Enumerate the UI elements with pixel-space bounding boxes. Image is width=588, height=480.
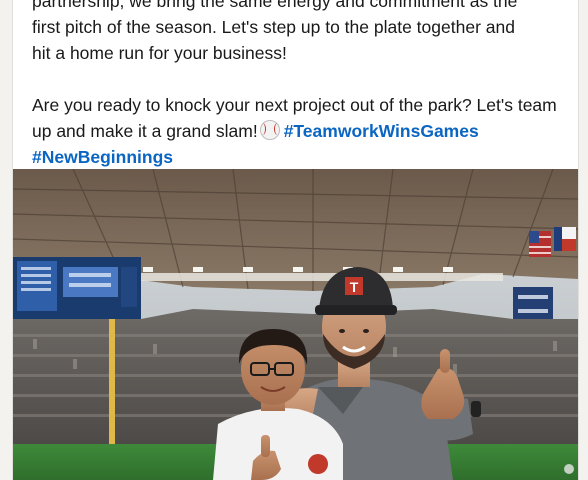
- svg-text:T: T: [350, 279, 359, 295]
- hashtag-teamworkwinsgames-link[interactable]: #TeamworkWinsGames: [284, 121, 479, 141]
- baseball-emoji-icon: [259, 120, 280, 140]
- post-card: partnership, we bring the same energy an…: [12, 0, 579, 480]
- post-text-line: partnership, we bring the same energy an…: [32, 0, 518, 11]
- post-text-line: first pitch of the season. Let's step up…: [32, 17, 515, 37]
- hashtag-newbeginnings-link[interactable]: #NewBeginnings: [32, 147, 173, 167]
- post-photo[interactable]: T: [13, 169, 578, 480]
- stadium-photo: T: [13, 169, 578, 480]
- post-text-line: hit a home run for your business!: [32, 43, 287, 63]
- post-cta-paragraph: Are you ready to knock your next project…: [32, 92, 562, 170]
- post-body: partnership, we bring the same energy an…: [32, 0, 562, 170]
